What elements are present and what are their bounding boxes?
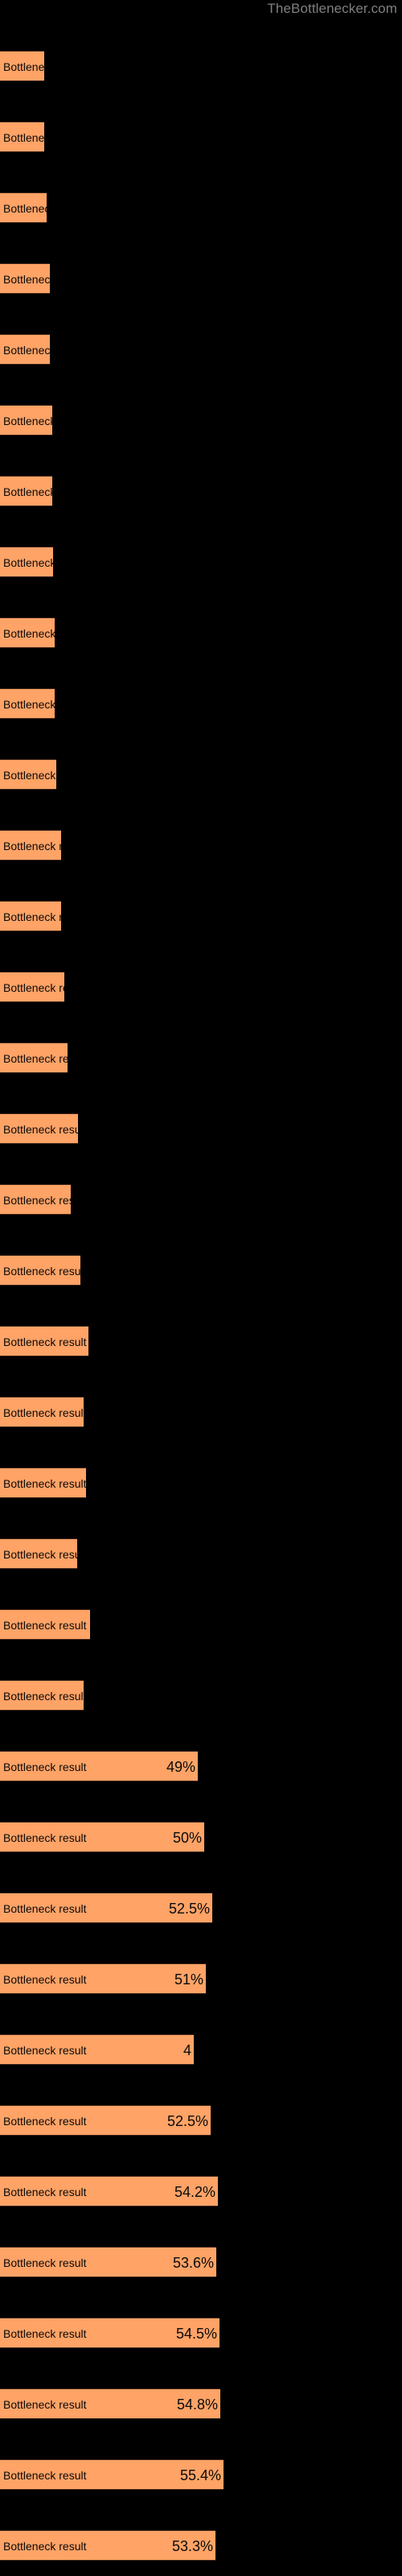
bar-row: Bottleneck result	[0, 1609, 90, 1640]
bar-label: Bottleneck result	[3, 1690, 84, 1703]
bar-row: Bottleneck result	[0, 1397, 84, 1427]
bar-value: 52.5%	[168, 1901, 210, 1917]
bar-row: Bottleneck result	[0, 617, 55, 648]
bar-label: Bottleneck result	[3, 344, 50, 357]
bar-row: Bottleneck result	[0, 192, 47, 223]
bar-row: Bottleneck result	[0, 901, 61, 931]
bar-label: Bottleneck result	[3, 273, 50, 286]
bottleneck-bar-chart: TheBottlenecker.com Bottleneck resultBot…	[0, 0, 402, 2576]
bar-label: Bottleneck result	[3, 131, 44, 144]
bar-row: Bottleneck result 53.3%	[0, 2530, 215, 2561]
bar-label: Bottleneck result	[3, 910, 61, 923]
bar-label: Bottleneck result	[3, 2044, 87, 2057]
bar-label: Bottleneck result	[3, 1406, 84, 1419]
bar-row: Bottleneck result	[0, 122, 44, 152]
bar-row: Bottleneck result	[0, 1680, 84, 1711]
bar-label: Bottleneck result	[3, 1123, 78, 1136]
bar-label: Bottleneck result	[3, 2469, 87, 2482]
bar-label: Bottleneck result	[3, 1052, 68, 1065]
bar-label: Bottleneck result	[3, 2186, 87, 2198]
bar-label: Bottleneck result	[3, 556, 53, 569]
bar-row: Bottleneck result 54.8%	[0, 2388, 220, 2419]
bar-label: Bottleneck result	[3, 840, 61, 852]
bar-label: Bottleneck result	[3, 1619, 87, 1632]
bar-label: Bottleneck result	[3, 2540, 87, 2553]
bar-row: Bottleneck result	[0, 1255, 80, 1286]
bar-row: Bottleneck result	[0, 1538, 77, 1569]
bar-row: Bottleneck result 54.5%	[0, 2318, 219, 2348]
bar-row: Bottleneck result	[0, 1184, 71, 1215]
bar-row: Bottleneck result 4	[0, 2034, 194, 2065]
bar-row: Bottleneck result	[0, 547, 53, 577]
bar-row: Bottleneck result	[0, 1326, 88, 1356]
bar-label: Bottleneck result	[3, 769, 56, 782]
bar-value: 51%	[174, 1971, 203, 1988]
bar-row: Bottleneck result	[0, 405, 52, 436]
bar-label: Bottleneck result	[3, 1902, 87, 1915]
bar-value: 54.8%	[176, 2396, 218, 2413]
bar-label: Bottleneck result	[3, 1477, 86, 1490]
bar-label: Bottleneck result	[3, 1548, 77, 1561]
bar-row: Bottleneck result	[0, 476, 52, 506]
bar-row: Bottleneck result	[0, 1468, 86, 1498]
bar-label: Bottleneck result	[3, 627, 55, 640]
bar-row: Bottleneck result 53.6%	[0, 2247, 216, 2277]
bar-value: 53.6%	[172, 2255, 214, 2271]
bar-row: Bottleneck result	[0, 263, 50, 294]
bar-value: 55.4%	[179, 2467, 221, 2483]
bar-row: Bottleneck result 55.4%	[0, 2459, 224, 2490]
bar-value: 50%	[172, 1830, 202, 1846]
bar-row: Bottleneck result 52.5%	[0, 2105, 211, 2136]
bar-row: Bottleneck result 51%	[0, 1963, 206, 1994]
bar-row: Bottleneck result 50%	[0, 1822, 204, 1852]
bar-label: Bottleneck result	[3, 2327, 87, 2340]
bar-label: Bottleneck result	[3, 1831, 87, 1844]
bar-label: Bottleneck result	[3, 1973, 87, 1986]
bar-row: Bottleneck result	[0, 830, 61, 861]
bar-label: Bottleneck result	[3, 415, 52, 427]
bar-label: Bottleneck result	[3, 60, 44, 73]
bar-row: Bottleneck result	[0, 1113, 78, 1144]
bar-row: Bottleneck result	[0, 759, 56, 790]
bar-value: 54.2%	[174, 2184, 215, 2200]
bar-row: Bottleneck result	[0, 334, 50, 365]
bar-value: 4	[183, 2042, 191, 2058]
bar-row: Bottleneck result	[0, 972, 64, 1002]
bar-value: 52.5%	[166, 2113, 208, 2129]
bar-label: Bottleneck result	[3, 1335, 87, 1348]
bar-label: Bottleneck result	[3, 1265, 80, 1278]
bar-row: Bottleneck result 54.2%	[0, 2176, 218, 2207]
bar-label: Bottleneck result	[3, 202, 47, 215]
bar-value: 53.3%	[171, 2538, 213, 2554]
bar-row: Bottleneck result 49%	[0, 1751, 198, 1781]
bar-label: Bottleneck result	[3, 2115, 87, 2128]
bar-row: Bottleneck result	[0, 1042, 68, 1073]
bar-row: Bottleneck result	[0, 688, 55, 719]
bar-label: Bottleneck result	[3, 2398, 87, 2411]
bars-layer: Bottleneck resultBottleneck resultBottle…	[0, 0, 402, 2576]
bar-label: Bottleneck result	[3, 485, 52, 498]
bar-label: Bottleneck result	[3, 1761, 87, 1773]
bar-value: 49%	[166, 1759, 195, 1775]
bar-label: Bottleneck result	[3, 1194, 71, 1207]
bar-label: Bottleneck result	[3, 981, 64, 994]
bar-value: 54.5%	[175, 2326, 217, 2342]
bar-label: Bottleneck result	[3, 698, 55, 711]
bar-row: Bottleneck result 52.5%	[0, 1893, 212, 1923]
bar-row: Bottleneck result	[0, 51, 44, 81]
bar-label: Bottleneck result	[3, 2256, 87, 2269]
